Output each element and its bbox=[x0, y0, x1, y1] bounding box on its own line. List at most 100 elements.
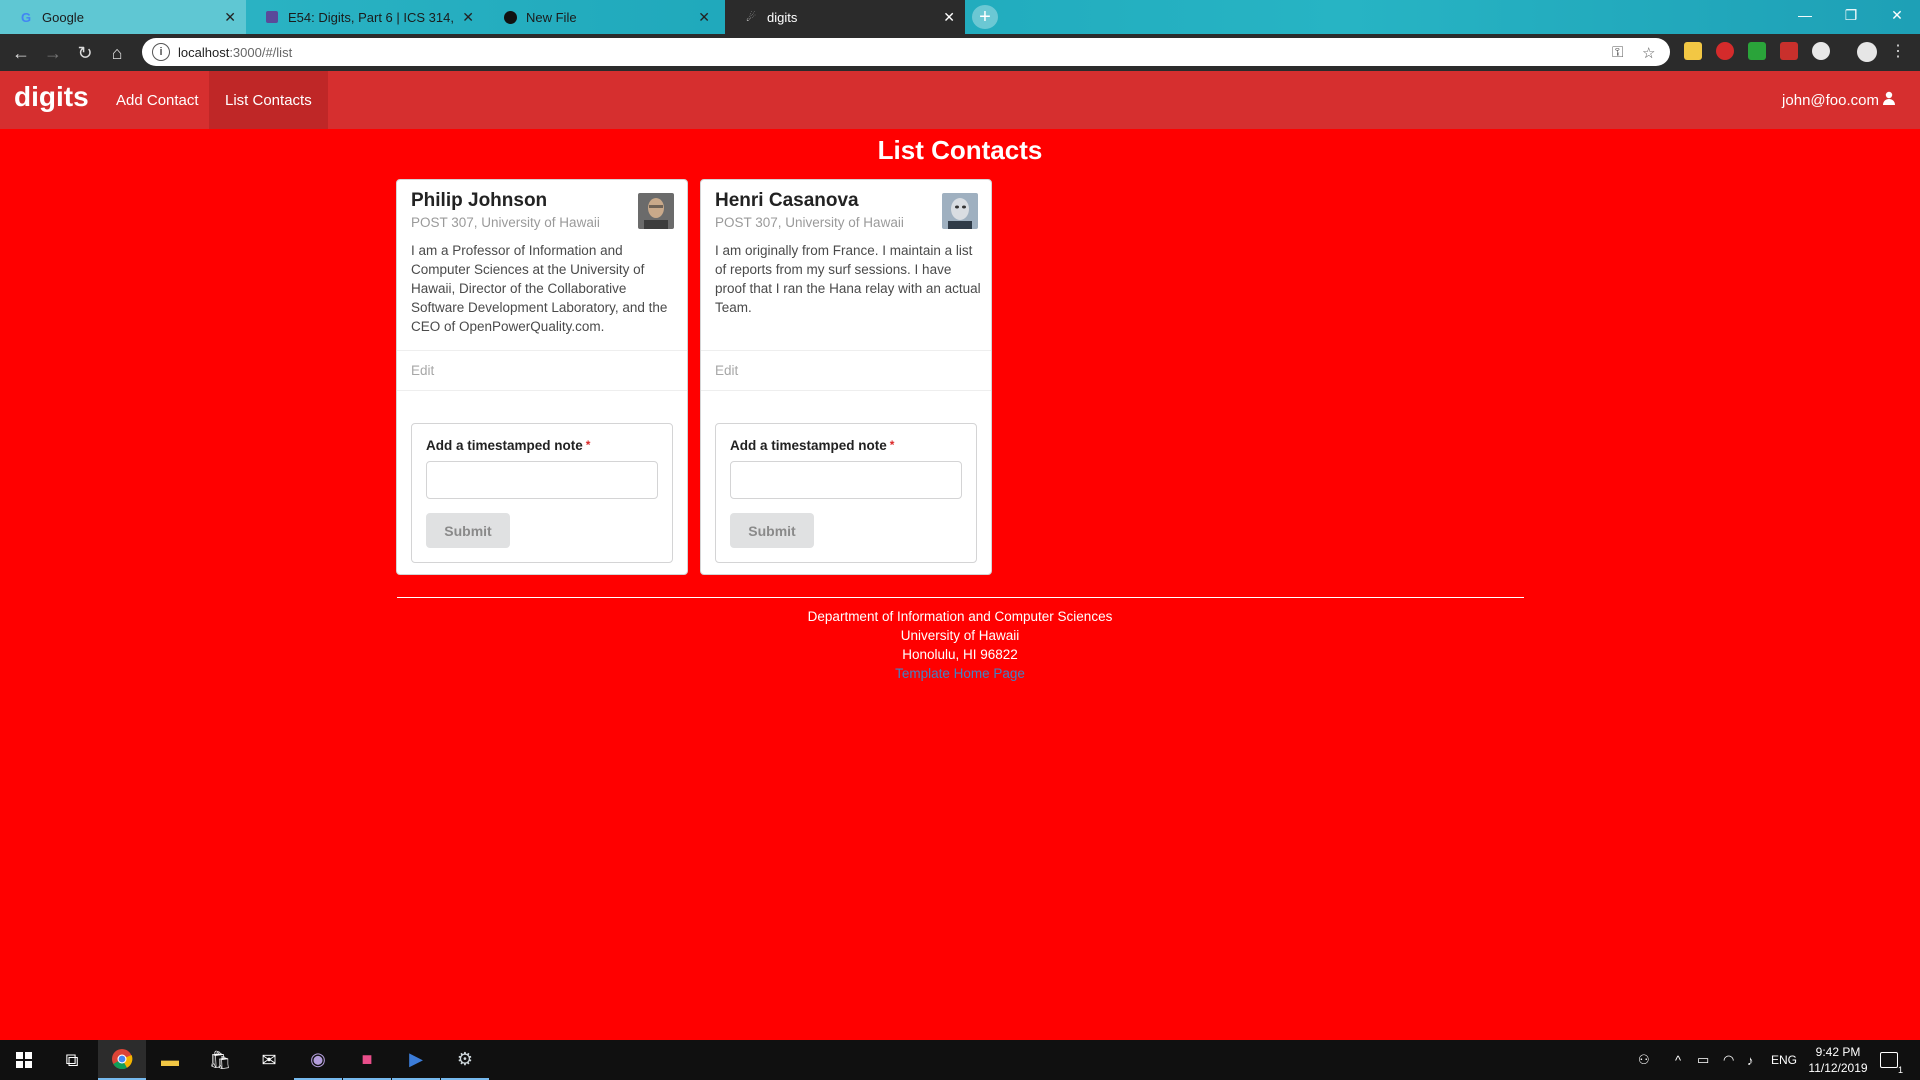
close-icon[interactable]: ✕ bbox=[224, 9, 236, 26]
tab-title: New File bbox=[526, 9, 577, 25]
home-icon[interactable]: ⌂ bbox=[104, 40, 130, 66]
google-icon: G bbox=[20, 9, 32, 25]
site-info-icon[interactable]: i bbox=[152, 43, 170, 61]
nav-add-contact[interactable]: Add Contact bbox=[100, 71, 215, 129]
footer-department: Department of Information and Computer S… bbox=[807, 609, 1113, 624]
user-dropdown[interactable]: john@foo.com bbox=[1782, 91, 1896, 109]
notification-count: 1 bbox=[1897, 1065, 1903, 1075]
required-asterisk: * bbox=[889, 438, 895, 452]
extension-drive-icon[interactable] bbox=[1684, 42, 1702, 60]
footer-divider bbox=[397, 597, 1524, 598]
contact-address: POST 307, University of Hawaii bbox=[715, 215, 904, 230]
powershell-icon[interactable]: ▶ bbox=[392, 1040, 440, 1080]
edit-link[interactable]: Edit bbox=[411, 363, 434, 378]
extension-adblock-icon[interactable] bbox=[1716, 42, 1734, 60]
page-icon bbox=[264, 9, 280, 25]
volume-icon[interactable]: ♪ bbox=[1747, 1040, 1754, 1080]
nav-list-contacts[interactable]: List Contacts bbox=[209, 71, 328, 129]
browser-toolbar: ← → ↻ ⌂ i localhost:3000/#/list ⚿ ☆ ⋮ bbox=[0, 34, 1920, 71]
note-input[interactable] bbox=[730, 461, 962, 499]
github-icon bbox=[502, 9, 518, 25]
wifi-icon[interactable]: ◠ bbox=[1723, 1040, 1734, 1080]
contact-address: POST 307, University of Hawaii bbox=[411, 215, 600, 230]
contact-name: Philip Johnson bbox=[411, 190, 548, 211]
minimize-icon[interactable]: — bbox=[1782, 0, 1828, 30]
contact-description: I am a Professor of Information and Comp… bbox=[411, 243, 668, 334]
note-label: Add a timestamped note * bbox=[730, 438, 895, 453]
divider bbox=[397, 350, 687, 351]
tab-digits[interactable]: ☄ digits ✕ bbox=[725, 0, 965, 34]
language-indicator[interactable]: ENG bbox=[1771, 1040, 1797, 1080]
tab-new-file[interactable]: New File ✕ bbox=[484, 0, 720, 34]
note-form: Add a timestamped note * Submit bbox=[411, 423, 673, 563]
submit-button[interactable]: Submit bbox=[426, 513, 510, 548]
note-form: Add a timestamped note * Submit bbox=[715, 423, 977, 563]
contact-card: Henri Casanova POST 307, University of H… bbox=[700, 179, 992, 575]
restore-icon[interactable]: ❐ bbox=[1828, 0, 1874, 30]
file-explorer-icon[interactable]: ▬ bbox=[146, 1040, 194, 1080]
close-icon[interactable]: ✕ bbox=[943, 9, 955, 26]
brand-logo[interactable]: digits bbox=[14, 81, 89, 113]
template-home-link[interactable]: Template Home Page bbox=[0, 664, 1920, 683]
bookmark-star-icon[interactable]: ☆ bbox=[1642, 44, 1655, 62]
mail-icon[interactable]: ✉ bbox=[245, 1040, 293, 1080]
tab-e54-digits[interactable]: E54: Digits, Part 6 | ICS 314, Fall 2 ✕ bbox=[246, 0, 484, 34]
extension-meteor-icon[interactable] bbox=[1812, 42, 1830, 60]
window-close-icon[interactable]: ✕ bbox=[1874, 0, 1920, 30]
reload-icon[interactable]: ↻ bbox=[72, 40, 98, 66]
clock-time: 9:42 PM bbox=[1815, 1045, 1861, 1059]
tab-title: digits bbox=[767, 9, 798, 25]
extension-red-icon[interactable] bbox=[1780, 42, 1798, 60]
battery-icon[interactable]: ▭ bbox=[1697, 1040, 1709, 1080]
app-tool-icon[interactable]: ⚙ bbox=[441, 1040, 489, 1080]
contact-avatar bbox=[942, 193, 978, 229]
contact-description: I am originally from France. I maintain … bbox=[715, 243, 981, 315]
windows-start-icon[interactable] bbox=[0, 1040, 48, 1080]
app-circle-icon[interactable]: ◉ bbox=[294, 1040, 342, 1080]
system-clock[interactable]: 9:42 PM 11/12/2019 bbox=[1798, 1044, 1878, 1076]
user-icon bbox=[1882, 91, 1896, 109]
divider bbox=[397, 390, 687, 391]
browser-menu-icon[interactable]: ⋮ bbox=[1890, 41, 1906, 61]
store-icon[interactable]: 🛍 bbox=[196, 1040, 244, 1080]
contact-avatar bbox=[638, 193, 674, 229]
note-label: Add a timestamped note * bbox=[426, 438, 591, 453]
windows-taskbar: ⧉ ▬ 🛍 ✉ ◉ ■ ▶ ⚙ ⚇ ^ ▭ ◠ ♪ ENG 9:42 PM 11… bbox=[0, 1040, 1920, 1080]
tab-title: Google bbox=[42, 9, 84, 25]
close-icon[interactable]: ✕ bbox=[698, 9, 710, 26]
forward-icon[interactable]: → bbox=[40, 40, 66, 66]
required-asterisk: * bbox=[585, 438, 591, 452]
close-icon[interactable]: ✕ bbox=[462, 9, 474, 26]
chrome-icon[interactable] bbox=[98, 1040, 146, 1080]
user-email: john@foo.com bbox=[1782, 91, 1879, 109]
meteor-icon: ☄ bbox=[746, 11, 756, 24]
key-icon[interactable]: ⚿ bbox=[1612, 44, 1623, 61]
url-host: localhost bbox=[178, 44, 230, 60]
extension-check-icon[interactable] bbox=[1748, 42, 1766, 60]
footer-university: University of Hawaii bbox=[900, 628, 1020, 643]
show-hidden-icons[interactable]: ^ bbox=[1675, 1040, 1681, 1080]
submit-button[interactable]: Submit bbox=[730, 513, 814, 548]
browser-tab-strip: G Google ✕ E54: Digits, Part 6 | ICS 314… bbox=[0, 0, 1920, 34]
divider bbox=[701, 390, 991, 391]
footer: Department of Information and Computer S… bbox=[0, 607, 1920, 683]
intellij-icon[interactable]: ■ bbox=[343, 1040, 391, 1080]
divider bbox=[701, 350, 991, 351]
note-input[interactable] bbox=[426, 461, 658, 499]
tab-title: E54: Digits, Part 6 | ICS 314, Fall 2 bbox=[288, 9, 456, 25]
edit-link[interactable]: Edit bbox=[715, 363, 738, 378]
contact-name: Henri Casanova bbox=[715, 190, 859, 211]
address-bar[interactable]: i localhost:3000/#/list ⚿ ☆ bbox=[142, 38, 1670, 66]
new-tab-button[interactable]: + bbox=[972, 5, 998, 29]
footer-address: Honolulu, HI 96822 bbox=[902, 647, 1018, 662]
page-title: List Contacts bbox=[877, 135, 1043, 165]
people-icon[interactable]: ⚇ bbox=[1638, 1040, 1650, 1080]
contact-card: Philip Johnson POST 307, University of H… bbox=[396, 179, 688, 575]
app-navbar: digits Add Contact List Contacts john@fo… bbox=[0, 71, 1920, 129]
task-view-icon[interactable]: ⧉ bbox=[48, 1040, 96, 1080]
url-path: :3000/#/list bbox=[229, 44, 293, 60]
tab-google[interactable]: G Google ✕ bbox=[0, 0, 246, 34]
notification-center-icon[interactable]: 1 bbox=[1880, 1040, 1903, 1080]
profile-avatar-icon[interactable] bbox=[1857, 42, 1877, 62]
back-icon[interactable]: ← bbox=[8, 40, 34, 66]
